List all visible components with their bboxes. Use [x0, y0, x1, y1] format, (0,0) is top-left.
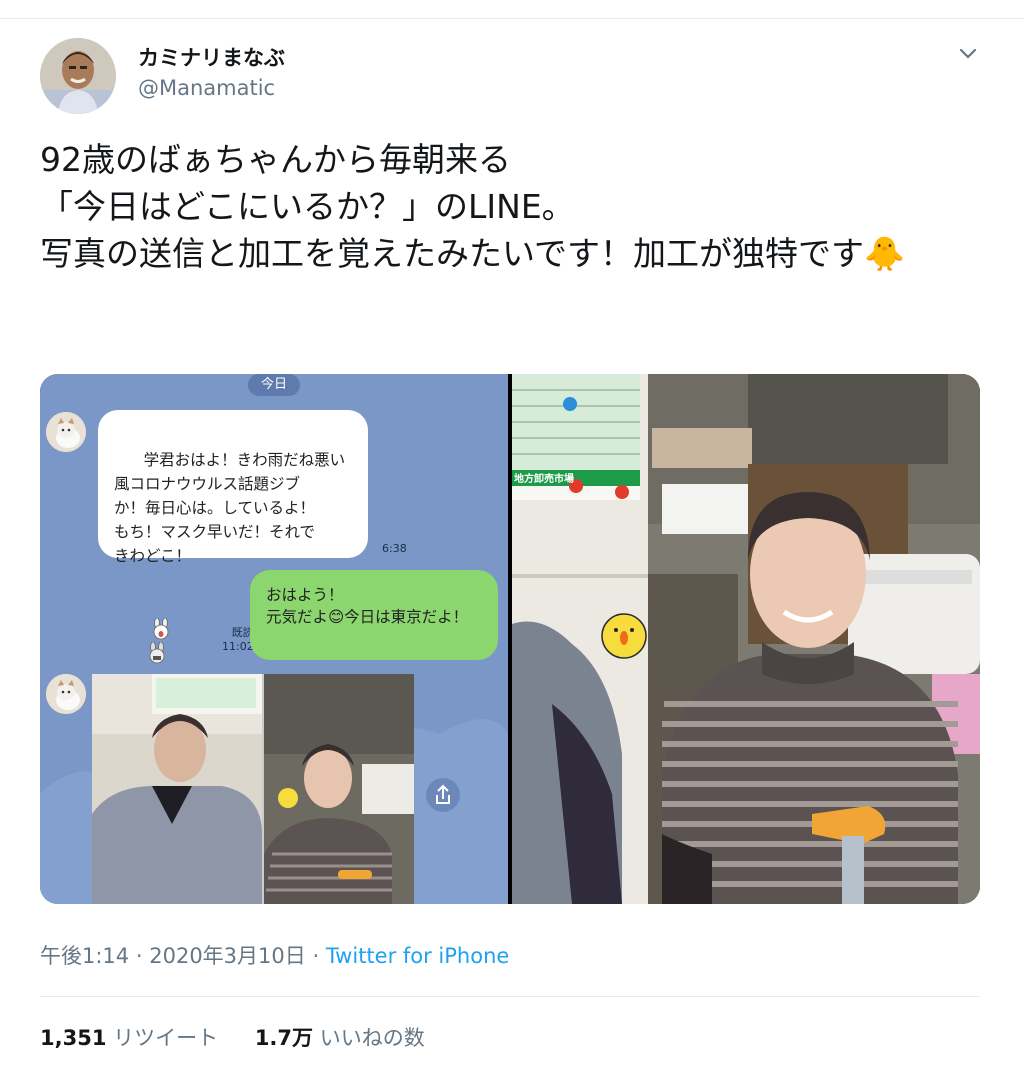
display-name[interactable]: カミナリまなぶ: [138, 42, 285, 72]
outgoing-message-bubble: おはよう！ 元気だよ😊今日は東京だよ！: [250, 570, 498, 660]
tweet-stats: 1,351 リツイート 1.7万 いいねの数: [40, 1022, 425, 1052]
bunny-sticker-icon: [146, 594, 168, 663]
likes-count: 1.7万: [254, 1026, 314, 1050]
chat-avatar: [46, 412, 86, 452]
incoming-message-text: 学君おはよ！きわ雨だね悪い 風コロナウウルス話題ジブ か！毎日心は。しているよ！…: [114, 451, 346, 565]
divider: [40, 996, 980, 997]
meta-separator: ·: [135, 944, 143, 968]
chevron-down-icon[interactable]: [954, 40, 982, 68]
likes-label: いいねの数: [319, 1026, 425, 1050]
incoming-message-bubble: 学君おはよ！きわ雨だね悪い 風コロナウウルス話題ジブ か！毎日心は。しているよ！…: [98, 410, 368, 663]
read-status: 既読 11:02: [222, 626, 254, 654]
retweets-count: 1,351: [40, 1026, 107, 1050]
chat-photo-thumbnail[interactable]: [92, 674, 414, 904]
calendar-banner-text: 地方卸売市場: [514, 474, 574, 485]
user-handle[interactable]: @Manamatic: [138, 76, 275, 100]
outgoing-time: 11:02: [222, 640, 254, 653]
likes-stat[interactable]: 1.7万 いいねの数: [255, 1022, 425, 1052]
bunny-sticker-icon: [150, 570, 172, 639]
tweet-text: 92歳のばぁちゃんから毎朝来る 「今日はどこにいるか？」のLINE。 写真の送信…: [40, 140, 906, 273]
avatar[interactable]: [40, 38, 116, 114]
retweets-label: リツイート: [113, 1026, 219, 1050]
tweet-time[interactable]: 午後1:14: [40, 944, 129, 968]
line-chat-screenshot[interactable]: 今日 学君おはよ！きわ雨だね悪い 風コロナウウルス話題ジブ か！毎日心は。してい…: [40, 374, 508, 904]
read-label: 既読: [231, 626, 254, 639]
collage-photo[interactable]: 地方卸売市場: [512, 374, 980, 904]
tweet-media[interactable]: 今日 学君おはよ！きわ雨だね悪い 風コロナウウルス話題ジブ か！毎日心は。してい…: [40, 374, 980, 904]
retweets-stat[interactable]: 1,351 リツイート: [40, 1022, 218, 1052]
tweet-meta: 午後1:14 · 2020年3月10日 · Twitter for iPhone: [40, 940, 509, 970]
share-icon[interactable]: [426, 778, 460, 812]
chat-date-pill: 今日: [248, 374, 300, 396]
tweet-date[interactable]: 2020年3月10日: [149, 944, 306, 968]
meta-separator: ·: [312, 944, 320, 968]
chat-avatar: [46, 674, 86, 714]
top-border: [0, 18, 1024, 19]
incoming-time: 6:38: [382, 542, 407, 555]
tweet-source-link[interactable]: Twitter for iPhone: [326, 944, 510, 968]
